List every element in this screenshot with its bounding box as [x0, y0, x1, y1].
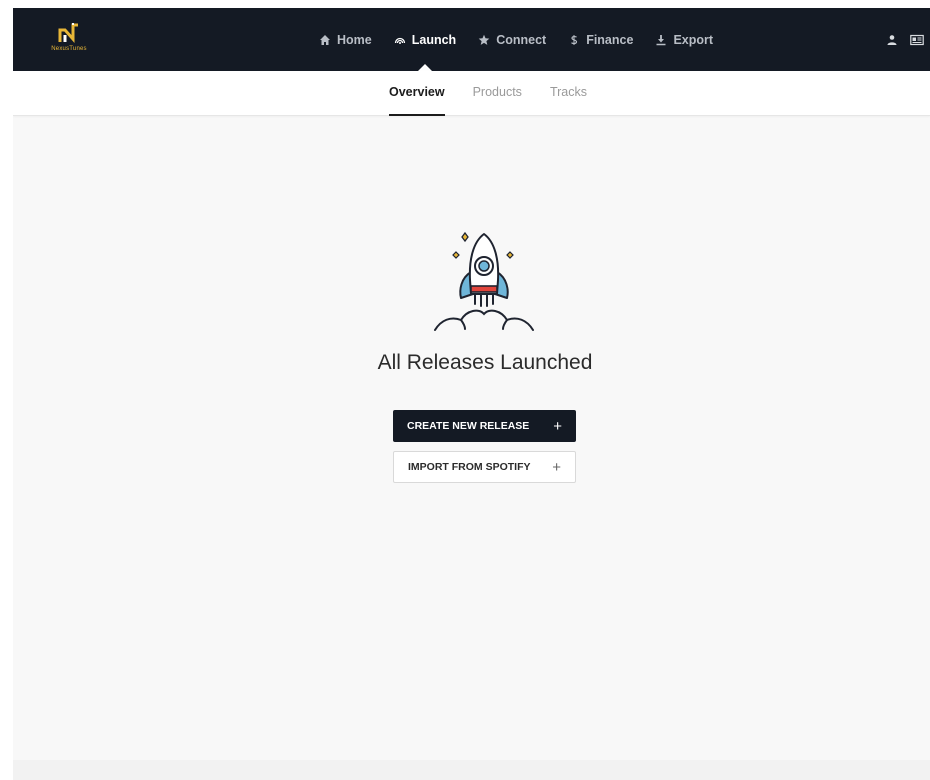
- nav-item-connect[interactable]: Connect: [478, 8, 546, 71]
- rocket-launch-illustration: [431, 228, 537, 334]
- nav-item-label: Connect: [496, 32, 547, 47]
- plus-icon: +: [552, 458, 561, 476]
- sparkle-icon: [461, 231, 469, 243]
- sub-tabs: Overview Products Tracks: [389, 71, 587, 116]
- tab-overview[interactable]: Overview: [389, 71, 445, 116]
- nav-item-home[interactable]: Home: [319, 8, 372, 71]
- plus-icon: +: [553, 417, 562, 435]
- user-actions: [886, 8, 924, 71]
- star-icon: [478, 34, 490, 46]
- button-label: IMPORT FROM SPOTIFY: [408, 461, 531, 473]
- logo-mark-icon: [58, 23, 78, 43]
- tab-products[interactable]: Products: [473, 71, 522, 116]
- nav-item-launch[interactable]: Launch: [394, 8, 457, 72]
- download-icon: [655, 34, 667, 46]
- nav-item-label: Home: [337, 32, 372, 47]
- nav-item-export[interactable]: Export: [655, 8, 713, 71]
- sparkle-icon: [452, 251, 460, 259]
- logo-text: NexusTunes: [51, 46, 87, 52]
- nav-item-finance[interactable]: Finance: [568, 8, 633, 71]
- button-label: CREATE NEW RELEASE: [407, 420, 530, 432]
- id-card-icon[interactable]: [910, 34, 924, 46]
- main-navigation: Home Launch Connect Finance Export: [319, 8, 713, 72]
- nav-item-label: Export: [673, 32, 714, 47]
- import-from-spotify-button[interactable]: IMPORT FROM SPOTIFY +: [393, 451, 576, 483]
- nav-item-label: Launch: [411, 32, 457, 47]
- user-icon[interactable]: [886, 34, 898, 46]
- rocket-launch-icon: [394, 34, 406, 46]
- tab-tracks[interactable]: Tracks: [550, 71, 587, 116]
- create-new-release-button[interactable]: CREATE NEW RELEASE +: [393, 410, 576, 442]
- footer-band: [13, 760, 930, 780]
- app-frame: NexusTunes Home Launch Connect Finance E…: [13, 8, 930, 780]
- top-navigation-bar: NexusTunes Home Launch Connect Finance E…: [13, 8, 930, 72]
- home-icon: [319, 34, 331, 46]
- sub-tab-bar: Overview Products Tracks: [13, 71, 930, 116]
- empty-state-title: All Releases Launched: [377, 351, 593, 374]
- dollar-icon: [568, 34, 580, 46]
- nav-item-label: Finance: [586, 32, 634, 47]
- sparkle-icon: [506, 251, 514, 259]
- brand-logo[interactable]: NexusTunes: [43, 22, 95, 58]
